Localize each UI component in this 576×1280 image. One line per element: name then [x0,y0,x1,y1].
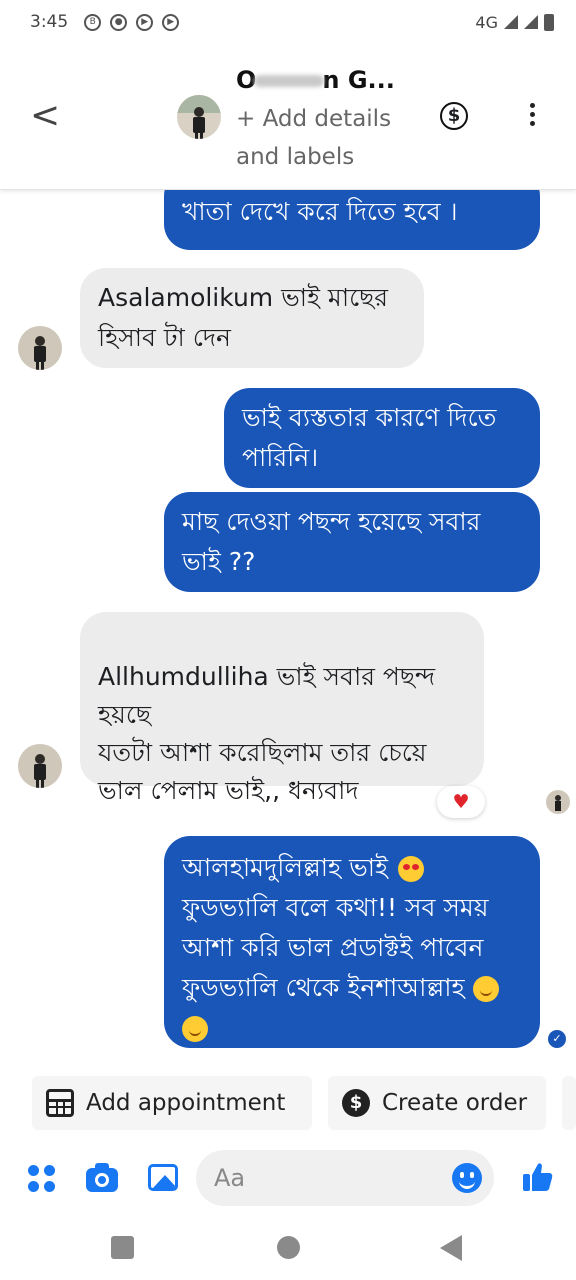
smile-emoji-icon [182,1016,208,1042]
dollar-icon: $ [342,1089,370,1117]
network-type: 4G [475,12,498,32]
quick-actions-bar: Add appointment $ Create order [0,1076,576,1130]
add-details-link[interactable]: + Add details and labels [236,100,416,176]
signal-icon-2 [524,15,538,29]
contact-name[interactable]: On G... [236,66,395,94]
gallery-icon[interactable] [147,1162,179,1194]
message-list[interactable]: খাতা দেখে করে দিতে হবে । Asalamolikum ভা… [0,190,576,1064]
blurred-name-part [254,75,325,87]
camera-icon[interactable] [86,1162,118,1194]
media-icon: ▶ [136,13,154,31]
heart-reaction-icon[interactable]: ♥ [437,786,485,818]
sender-avatar[interactable] [18,326,62,370]
message-bubble-outgoing[interactable]: ভাই ব্যস্ততার কারণে দিতে পারিনি। [224,388,540,488]
payment-dollar-button[interactable]: $ [440,102,468,130]
smile-emoji-icon [472,976,499,1002]
signal-icon [504,15,518,29]
calendar-icon [46,1089,74,1117]
chat-header: < On G... + Add details and labels $ [0,44,576,190]
message-composer: Aa [0,1150,576,1206]
message-bubble-outgoing[interactable]: আলহামদুলিল্লাহ ভাই ফুডভ্যালি বলে কথা!! স… [164,836,540,1048]
more-quick-action-chip[interactable] [562,1076,576,1130]
status-system-icons: 4G [475,13,554,32]
sender-avatar[interactable] [18,744,62,788]
back-button[interactable]: < [30,96,60,136]
chat-icon: ● [110,13,128,31]
home-icon[interactable] [277,1236,300,1259]
message-input[interactable]: Aa [196,1150,494,1206]
battery-icon [544,13,554,31]
emoji-icon[interactable] [452,1163,482,1193]
status-time: 3:45 [30,12,69,32]
message-bubble-incoming[interactable]: Asalamolikum ভাই মাছের হিসাব টা দেন [80,268,424,368]
contact-avatar[interactable] [177,95,221,139]
message-bubble-incoming[interactable]: Allhumdulliha ভাই সবার পছন্দ হয়ছে যতটা … [80,612,484,805]
delivered-check-icon: ✓ [548,1030,566,1048]
message-bubble-outgoing[interactable]: খাতা দেখে করে দিতে হবে । [164,190,540,250]
create-order-button[interactable]: $ Create order [328,1076,546,1130]
status-notification-icons: B ● ▶ ▶ [84,13,180,31]
back-nav-icon[interactable] [440,1235,462,1261]
system-navigation-bar [0,1216,576,1280]
more-actions-icon[interactable] [26,1162,58,1194]
b-icon: B [84,13,102,31]
thumbs-up-icon[interactable] [520,1160,554,1194]
media-icon-2: ▶ [162,13,180,31]
heart-eyes-emoji-icon [397,856,424,882]
more-options-icon[interactable] [522,99,542,133]
seen-avatar [546,790,570,814]
add-appointment-button[interactable]: Add appointment [32,1076,312,1130]
message-bubble-outgoing[interactable]: মাছ দেওয়া পছন্দ হয়েছে সবার ভাই ?? [164,492,540,592]
recents-icon[interactable] [111,1236,134,1259]
status-bar: 3:45 B ● ▶ ▶ 4G [0,0,576,44]
